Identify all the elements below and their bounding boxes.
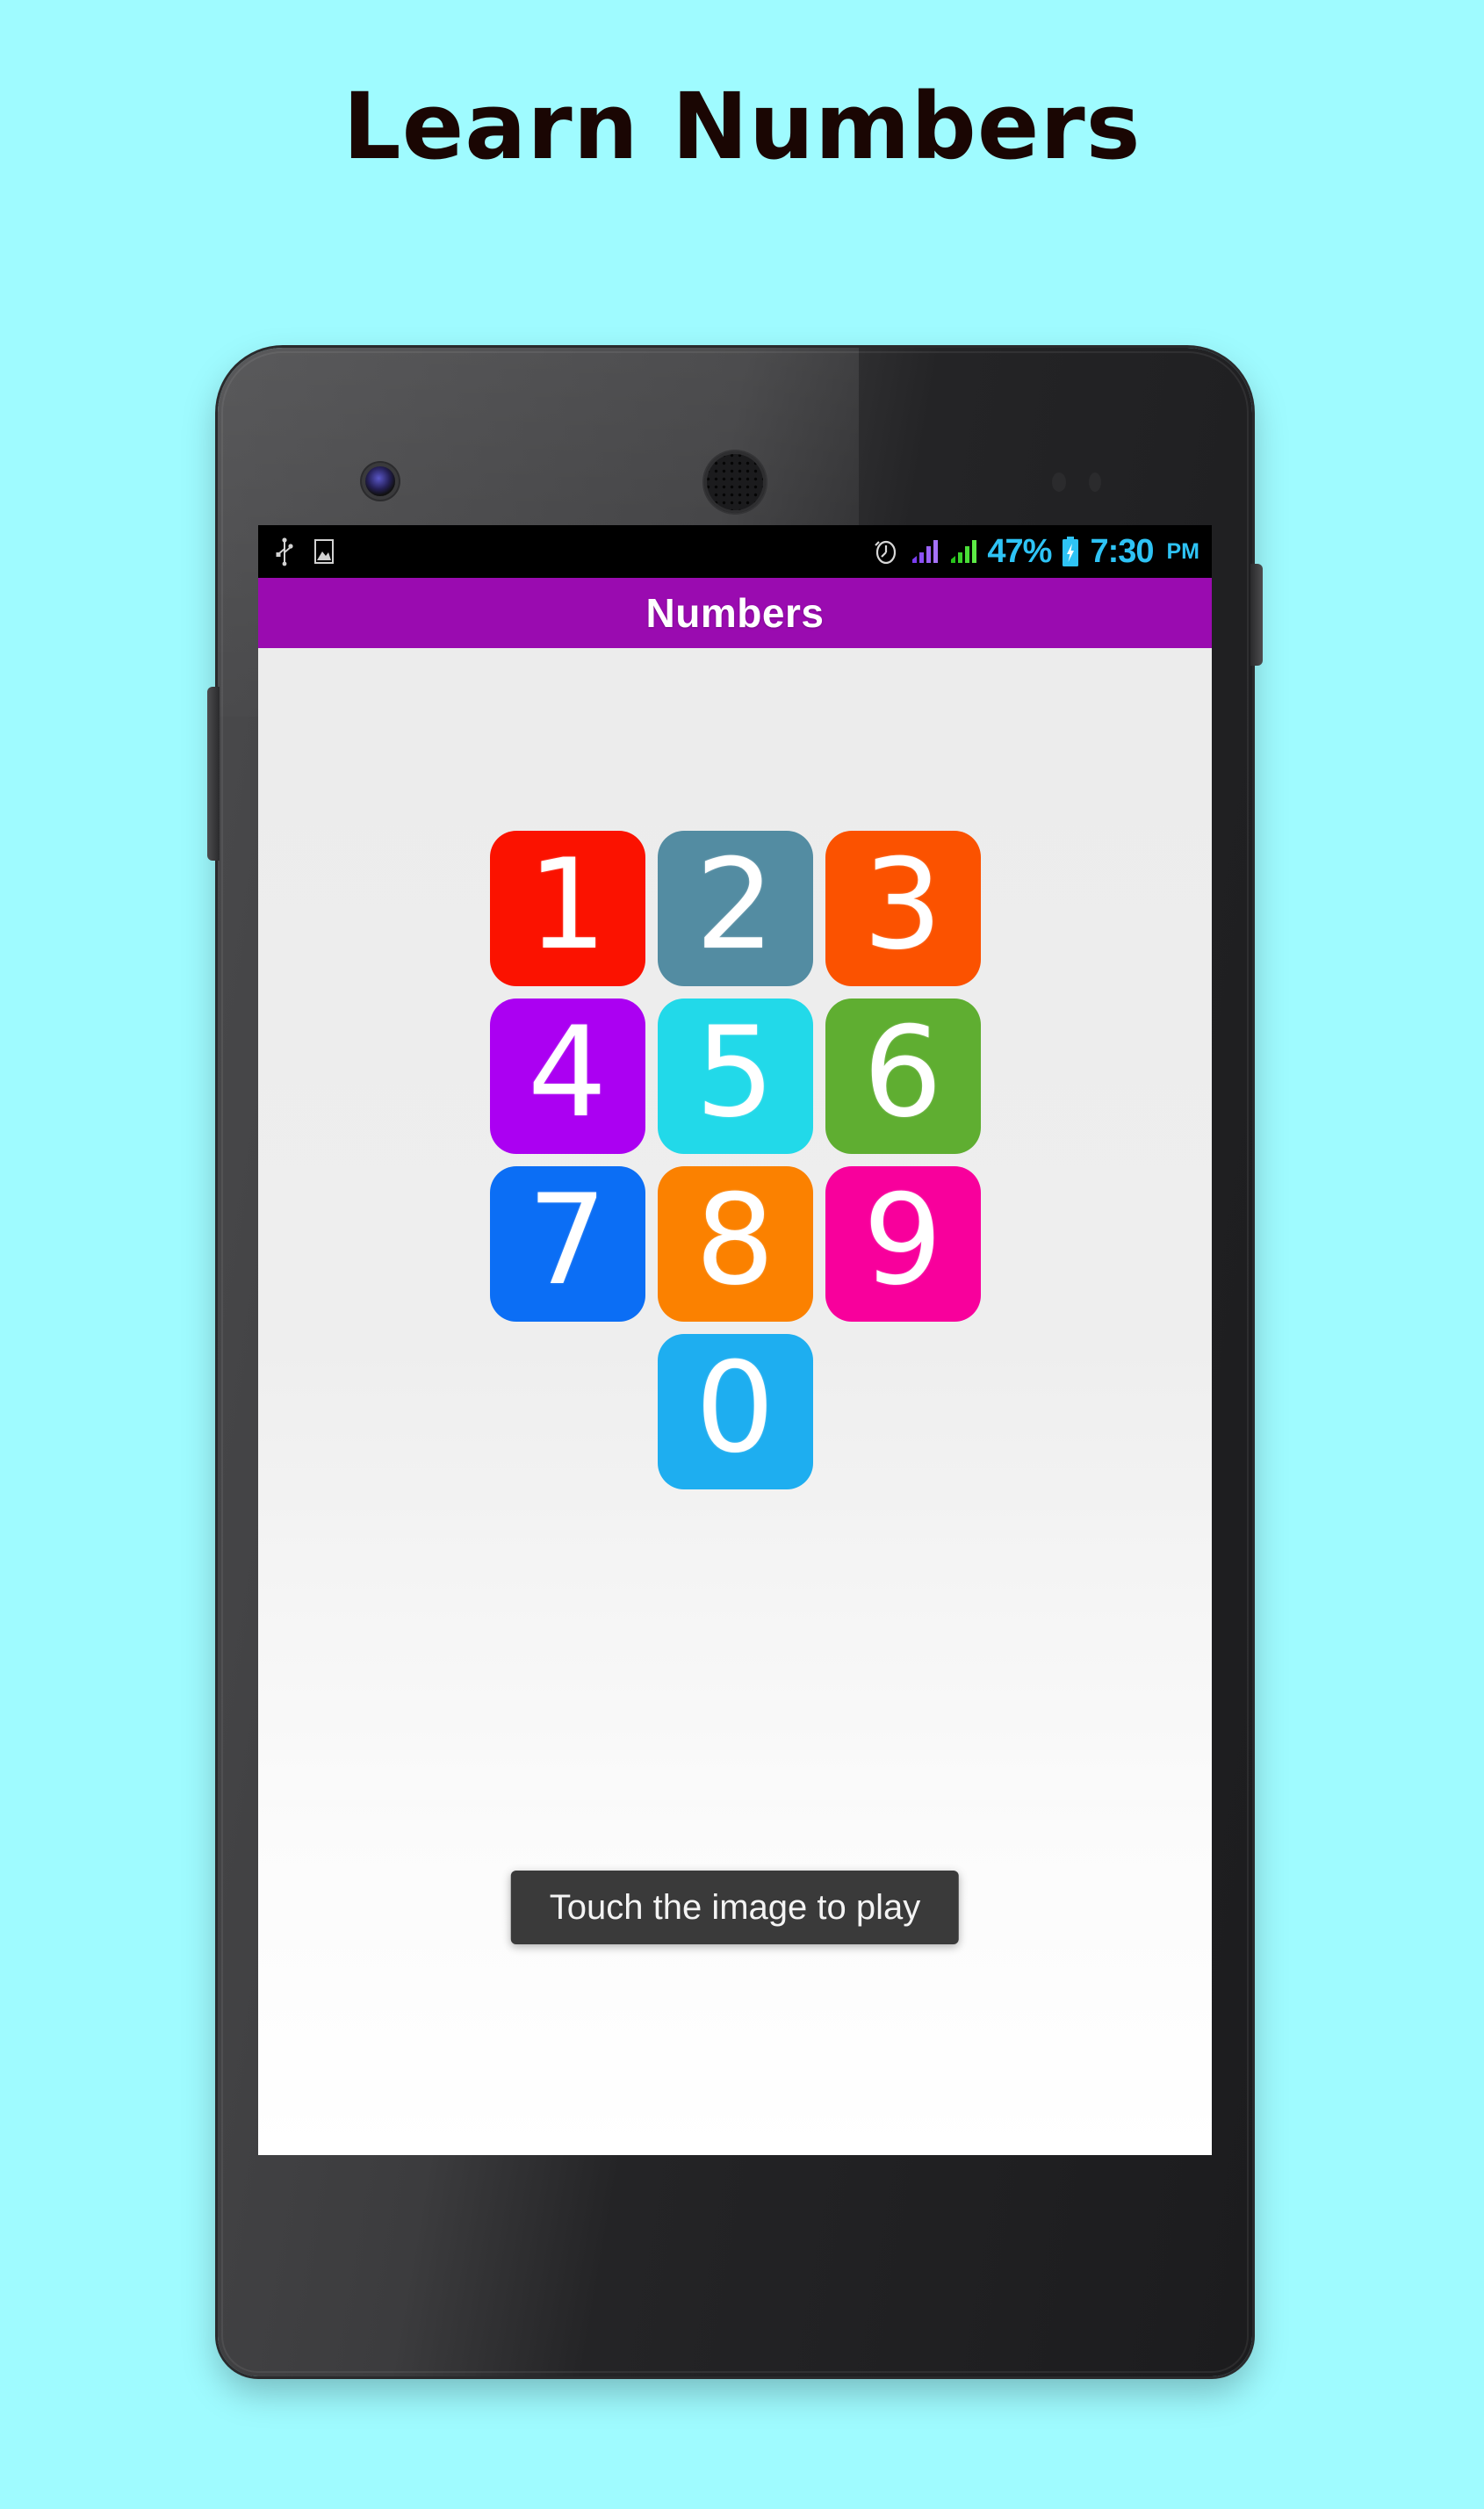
app-content: 123 456 7890 Touch the image to play	[258, 648, 1212, 2155]
clock-ampm: PM	[1166, 538, 1200, 564]
number-tile-label: 9	[862, 1167, 943, 1313]
number-tile-label: 0	[695, 1335, 775, 1481]
number-tile-label: 5	[695, 999, 775, 1145]
battery-percent: 47%	[987, 533, 1052, 570]
status-bar-left	[274, 537, 335, 566]
battery-icon	[1063, 537, 1079, 566]
number-tile-5[interactable]: 5	[657, 999, 813, 1154]
number-tile-label: 2	[695, 832, 775, 977]
number-grid: 123 456 7890	[489, 831, 981, 1489]
number-tile-label: 6	[862, 999, 943, 1145]
number-tile-1[interactable]: 1	[489, 831, 645, 986]
phone-body: 47% 7:30 PM Numbers 123 456 7 8 9 0 Touch …	[218, 348, 1252, 2376]
usb-icon	[276, 537, 293, 566]
signal-icon-2	[951, 540, 977, 563]
page-title: Learn Numbers	[342, 73, 1142, 180]
number-tile-label: 7	[527, 1167, 608, 1313]
photo-icon	[314, 539, 334, 564]
bottom-bezel	[218, 2155, 1252, 2376]
app-title: Numbers	[645, 590, 825, 636]
clock-time: 7:30	[1090, 533, 1154, 570]
number-tile-9[interactable]: 9	[825, 1166, 981, 1322]
phone-screen: 47% 7:30 PM Numbers 123 456 7 8 9 0 Touch …	[258, 525, 1212, 2155]
number-tile-4[interactable]: 4	[489, 999, 645, 1154]
phone-device: 47% 7:30 PM Numbers 123 456 7 8 9 0 Touch …	[207, 348, 1263, 2376]
status-bar: 47% 7:30 PM	[258, 525, 1212, 578]
number-tile-2[interactable]: 2	[657, 831, 813, 986]
number-tile-label: 1	[527, 832, 608, 977]
toast-message: Touch the image to play	[510, 1871, 960, 1944]
number-tile-label: 3	[862, 832, 943, 977]
number-tile-3[interactable]: 3	[825, 831, 981, 986]
signal-icon-1	[912, 540, 939, 563]
number-tile-label: 8	[695, 1167, 775, 1313]
number-tile-7[interactable]: 7	[489, 1166, 645, 1322]
power-button[interactable]	[1250, 564, 1263, 666]
number-tile-6[interactable]: 6	[825, 999, 981, 1154]
volume-rocker-button[interactable]	[207, 687, 220, 861]
number-tile-8[interactable]: 8	[657, 1166, 813, 1322]
proximity-sensor-icon	[1052, 472, 1120, 494]
number-tile-label: 4	[527, 999, 608, 1145]
number-tile-0[interactable]: 0	[657, 1334, 813, 1489]
earpiece-speaker-icon	[704, 451, 766, 513]
status-bar-right: 47% 7:30 PM	[871, 535, 1199, 568]
app-action-bar: Numbers	[258, 578, 1212, 648]
alarm-icon	[875, 540, 897, 565]
front-camera-icon	[365, 466, 395, 496]
